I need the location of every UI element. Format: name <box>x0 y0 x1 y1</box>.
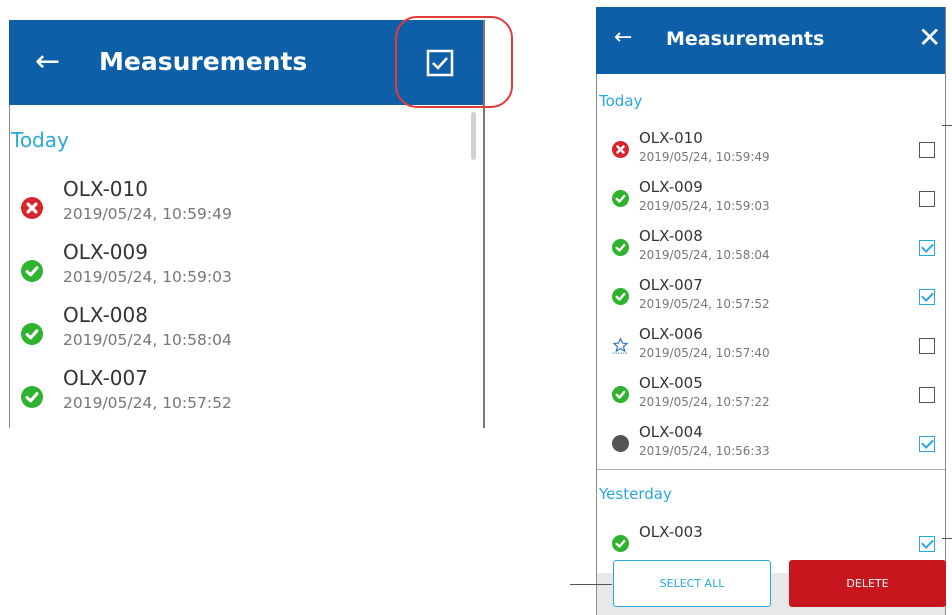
measurement-name: OLX-006 <box>639 325 703 343</box>
measurement-row[interactable]: OLX-008 2019/05/24, 10:58:04 <box>9 303 469 363</box>
measurement-row[interactable]: OLX-008 2019/05/24, 10:58:04 <box>596 227 944 277</box>
row-checkbox[interactable] <box>919 240 935 256</box>
section-divider <box>597 469 945 470</box>
measurement-name: OLX-007 <box>63 366 148 390</box>
measurement-name: OLX-005 <box>639 374 703 392</box>
row-checkbox[interactable] <box>919 142 935 158</box>
page-title: Measurements <box>666 28 825 50</box>
row-checkbox[interactable] <box>919 536 935 552</box>
measurement-date: 2019/05/24, 10:57:52 <box>63 394 232 412</box>
pass-status-icon <box>612 190 629 207</box>
measurement-row[interactable]: OLX-007 2019/05/24, 10:57:52 <box>596 276 944 326</box>
row-checkbox[interactable] <box>919 191 935 207</box>
measurement-date: 2019/05/24, 10:59:49 <box>639 150 770 164</box>
measurement-date: 2019/05/24, 10:59:03 <box>639 199 770 213</box>
section-header-yesterday: Yesterday <box>599 485 672 503</box>
annotation-line <box>942 125 952 126</box>
measurements-screen-selection: ← Measurements ✕ Today OLX-010 2019/05/24… <box>596 7 950 615</box>
app-header: ← Measurements ✕ <box>596 7 946 74</box>
close-icon[interactable]: ✕ <box>918 23 942 53</box>
measurement-row[interactable]: OLX-010 2019/05/24, 10:59:49 <box>596 129 944 179</box>
measurement-date: 2019/05/24, 10:59:03 <box>63 268 232 286</box>
measurement-name: OLX-008 <box>639 227 703 245</box>
measurement-name: OLX-010 <box>63 177 148 201</box>
measurement-date: 2019/05/24, 10:57:40 <box>639 346 770 360</box>
row-checkbox[interactable] <box>919 338 935 354</box>
measurement-name: OLX-008 <box>63 303 148 327</box>
measurement-name: OLX-010 <box>639 129 703 147</box>
pass-status-icon <box>612 288 629 305</box>
measurement-date: 2019/05/24, 10:58:04 <box>639 248 770 262</box>
star-status-icon <box>612 337 629 354</box>
measurement-row[interactable]: OLX-009 2019/05/24, 10:59:03 <box>9 240 469 300</box>
pass-status-icon <box>21 323 43 345</box>
fail-status-icon <box>612 141 629 158</box>
measurement-row[interactable]: OLX-005 2019/05/24, 10:57:22 <box>596 374 944 424</box>
measurement-date: 2019/05/24, 10:58:04 <box>63 331 232 349</box>
no-status-icon <box>612 435 629 452</box>
measurement-row[interactable]: OLX-007 2019/05/24, 10:57:52 <box>9 366 469 426</box>
pass-status-icon <box>612 535 629 552</box>
page-title: Measurements <box>99 47 308 76</box>
measurement-row[interactable]: OLX-004 2019/05/24, 10:56:33 <box>596 423 944 473</box>
section-header-today: Today <box>11 128 69 152</box>
section-header-today: Today <box>599 92 643 110</box>
back-arrow-icon[interactable]: ← <box>614 23 632 53</box>
pass-status-icon <box>21 260 43 282</box>
measurement-row[interactable]: OLX-006 2019/05/24, 10:57:40 <box>596 325 944 375</box>
row-checkbox[interactable] <box>919 436 935 452</box>
select-all-button[interactable]: SELECT ALL <box>613 560 771 607</box>
fail-status-icon <box>21 197 43 219</box>
measurement-name: OLX-003 <box>639 523 703 541</box>
row-checkbox[interactable] <box>919 289 935 305</box>
pass-status-icon <box>612 239 629 256</box>
panel-border <box>945 7 946 615</box>
measurement-date: 2019/05/24, 10:59:49 <box>63 205 232 223</box>
measurement-date: 2019/05/24, 10:56:33 <box>639 444 770 458</box>
measurement-name: OLX-007 <box>639 276 703 294</box>
row-checkbox[interactable] <box>919 387 935 403</box>
measurement-row[interactable]: OLX-009 2019/05/24, 10:59:03 <box>596 178 944 228</box>
measurement-date: 2019/05/24, 10:57:52 <box>639 297 770 311</box>
measurement-date: 2019/05/24, 10:57:22 <box>639 395 770 409</box>
annotation-line <box>570 584 612 585</box>
measurement-name: OLX-009 <box>63 240 148 264</box>
pass-status-icon <box>21 386 43 408</box>
measurement-name: OLX-004 <box>639 423 703 441</box>
back-arrow-icon[interactable]: ← <box>35 42 65 82</box>
delete-button[interactable]: DELETE <box>789 560 946 607</box>
measurement-name: OLX-009 <box>639 178 703 196</box>
measurement-row[interactable]: OLX-010 2019/05/24, 10:59:49 <box>9 177 469 237</box>
scrollbar[interactable] <box>471 112 476 160</box>
annotation-line <box>942 538 952 539</box>
highlight-circle <box>395 16 513 108</box>
pass-status-icon <box>612 386 629 403</box>
